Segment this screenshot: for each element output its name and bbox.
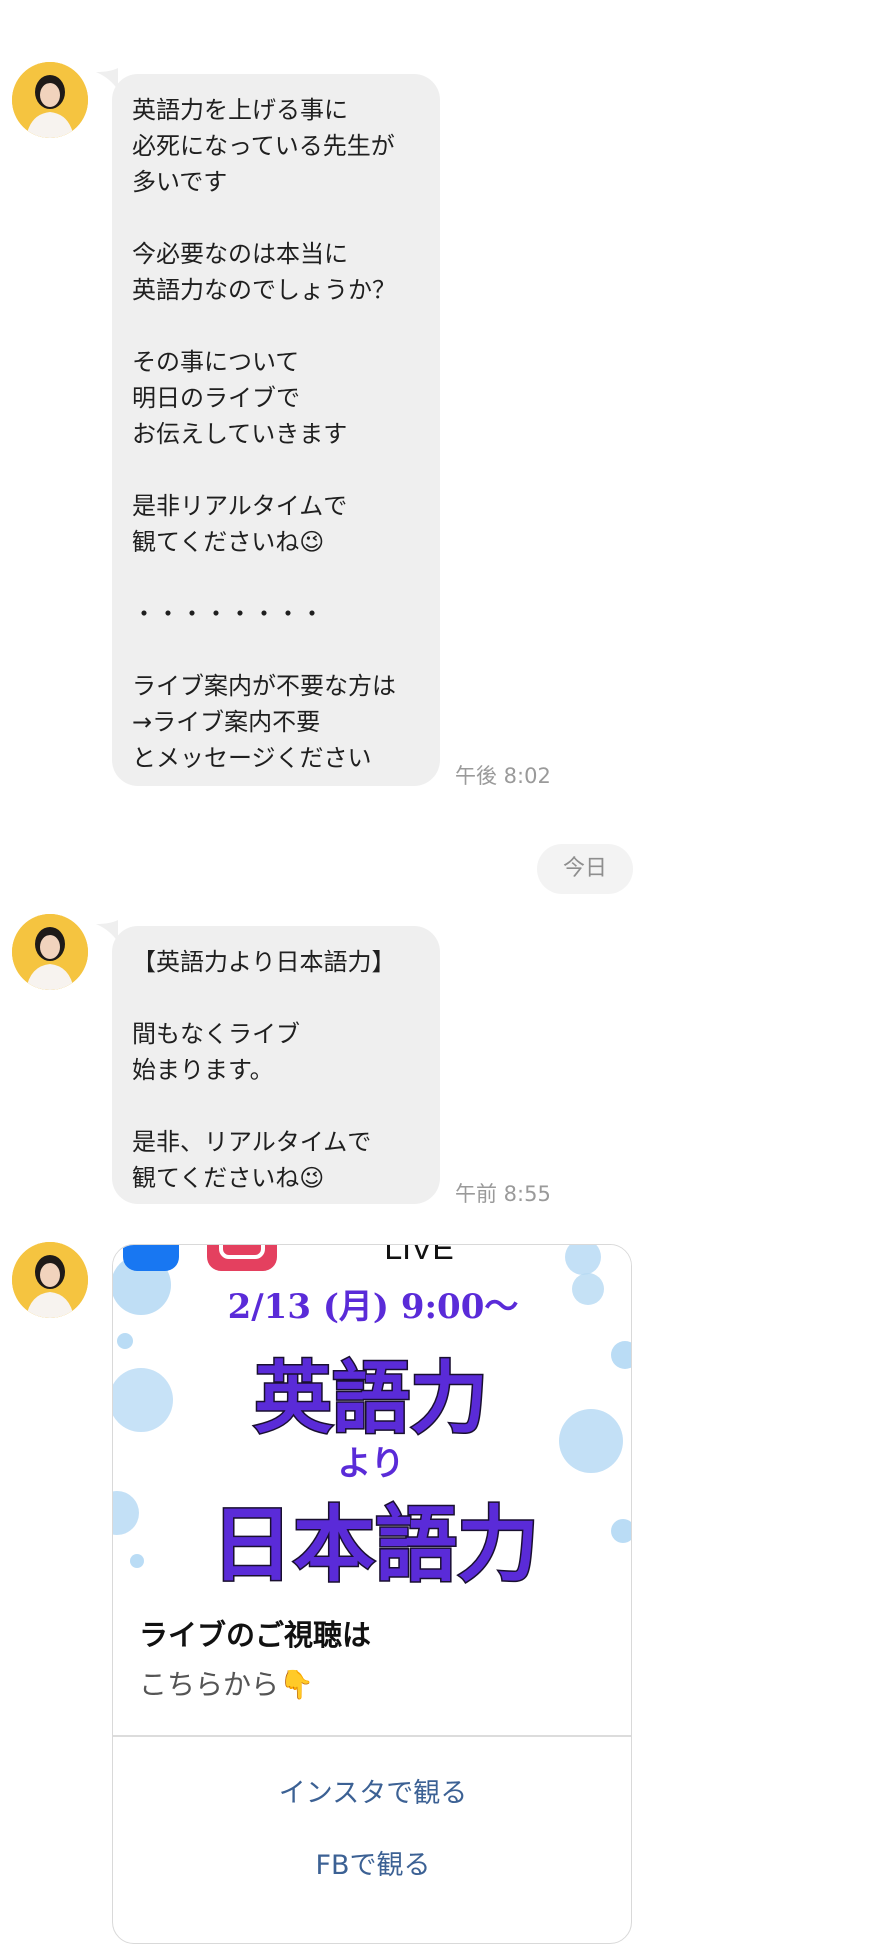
rich-message-card[interactable]: LIVE 2/13 (月) 9:00〜 英語力 より 日本語力 ライブのご視聴は…	[112, 1244, 632, 1944]
message-bubble[interactable]: 英語力を上げる事に 必死になっている先生が 多いです 今必要なのは本当に 英語力…	[112, 74, 440, 786]
avatar[interactable]	[12, 1242, 88, 1318]
avatar[interactable]	[12, 914, 88, 990]
avatar-image	[12, 1242, 88, 1318]
headline-connector: より	[337, 1444, 404, 1484]
live-announcement-image[interactable]: LIVE 2/13 (月) 9:00〜 英語力 より 日本語力	[113, 1245, 631, 1605]
headline-english: 英語力	[254, 1354, 488, 1444]
avatar[interactable]	[12, 62, 88, 138]
avatar-image	[12, 914, 88, 990]
message-bubble[interactable]: 【英語力より日本語力】 間もなくライブ 始まります。 是非、リアルタイムで 観て…	[112, 926, 440, 1204]
facebook-icon	[123, 1245, 179, 1271]
date-separator: 今日	[537, 844, 633, 894]
headline-japanese: 日本語力	[211, 1498, 539, 1593]
watch-on-facebook-button[interactable]: FBで観る	[113, 1843, 631, 1882]
live-label: LIVE	[384, 1245, 453, 1266]
live-banner-graphic: LIVE 2/13 (月) 9:00〜 英語力 より 日本語力	[113, 1245, 631, 1595]
live-date-text: 2/13 (月) 9:00〜	[228, 1287, 519, 1327]
avatar-image	[12, 62, 88, 138]
card-title: ライブのご視聴は	[139, 1620, 372, 1652]
watch-on-instagram-button[interactable]: インスタで観る	[113, 1771, 631, 1810]
card-divider	[113, 1735, 631, 1737]
message-timestamp: 午前 8:55	[455, 1182, 551, 1206]
message-timestamp: 午後 8:02	[455, 764, 551, 788]
card-subtitle: こちらから👇	[139, 1668, 314, 1701]
